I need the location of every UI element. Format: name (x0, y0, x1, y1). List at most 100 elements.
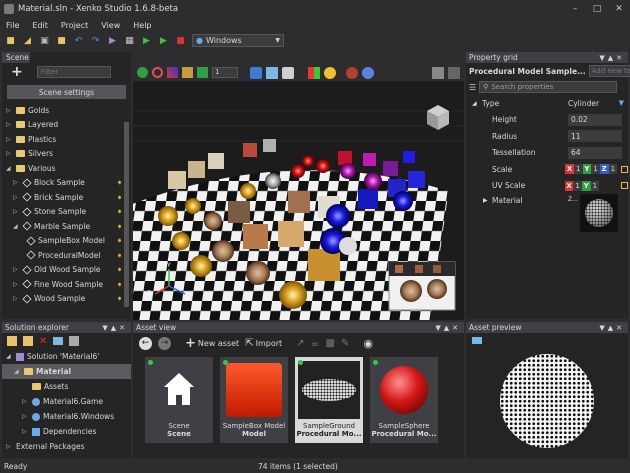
scene-tree-item[interactable]: SampleBox Model ➧ (6, 234, 131, 249)
expand-arrow-icon[interactable]: ▷ (6, 150, 13, 157)
uv-lock-icon[interactable] (621, 182, 628, 190)
asset-tile[interactable]: Scene Scene (145, 357, 213, 443)
scene-tree-item[interactable]: ▷ Wood Sample ➧ (6, 292, 131, 307)
scene-tree-item[interactable]: ▷ Golds (6, 103, 131, 118)
menu-edit[interactable]: Edit (32, 21, 48, 30)
scene-tree-item[interactable]: ▷ Brick Sample ➧ (6, 190, 131, 205)
property-value-field[interactable]: 0.02 (568, 113, 622, 126)
scene-scrollbar[interactable] (124, 122, 129, 307)
visual-studio-icon[interactable]: ▶ (107, 35, 118, 46)
play-debug-icon[interactable]: ▶ (158, 35, 169, 46)
scale-gizmo-icon[interactable] (167, 67, 178, 78)
expand-arrow-icon[interactable]: ▷ (22, 428, 29, 435)
scale-z-value[interactable]: 1 (608, 164, 618, 175)
expand-arrow-icon[interactable]: ▷ (13, 194, 20, 201)
new-project-icon[interactable] (7, 336, 17, 346)
property-value-field[interactable]: 64 (568, 146, 622, 159)
new-file-icon[interactable]: ■ (5, 35, 16, 46)
teapot-icon[interactable]: ☕ (311, 338, 320, 349)
scale-x-value[interactable]: 1 (573, 164, 583, 175)
edit-icon[interactable]: ➧ (116, 207, 123, 216)
sun-icon[interactable] (324, 66, 336, 79)
scene-tree-item[interactable]: ▷ Old Wood Sample ➧ (6, 263, 131, 278)
edit-icon[interactable]: ➧ (116, 178, 123, 187)
solution-tree-item[interactable]: ▷ External Packages (2, 439, 131, 454)
collapse-arrow-icon[interactable]: ◢ (14, 368, 21, 375)
solution-tree-item[interactable]: ◢ Solution 'Material6' (2, 349, 131, 364)
gizmo-settings-icon[interactable] (432, 66, 444, 79)
preview-camera-icon[interactable] (448, 66, 460, 79)
close-button[interactable]: ✕ (608, 0, 630, 18)
expand-arrow-icon[interactable]: ▷ (13, 179, 20, 186)
platform-select[interactable]: ● Windows ▼ (192, 34, 284, 47)
add-entity-button[interactable]: + (11, 64, 23, 80)
solution-tree-item[interactable]: ▷ Material6.Windows (2, 409, 131, 424)
scene-tree-item[interactable]: ▷ Fine Wood Sample ➧ (6, 277, 131, 292)
edit-icon[interactable]: ➧ (116, 222, 123, 231)
lighting-icon[interactable] (282, 66, 294, 79)
lock-icon[interactable] (621, 165, 629, 173)
uv-y-value[interactable]: 1 (590, 180, 600, 191)
expand-arrow-icon[interactable]: ▷ (13, 295, 20, 302)
play-icon[interactable]: ▶ (141, 35, 152, 46)
solution-tree-item[interactable]: ▷ Material6.Game (2, 394, 131, 409)
preview-render[interactable] (466, 344, 628, 458)
link-icon[interactable]: ↗ (296, 338, 304, 349)
render-mode-icon[interactable] (346, 66, 358, 79)
expand-arrow-icon[interactable]: ▷ (13, 208, 20, 215)
entity-name[interactable]: Procedural Model Sample... (469, 67, 586, 76)
stop-icon[interactable]: ■ (175, 35, 186, 46)
edit-icon[interactable]: ➧ (116, 193, 123, 202)
scene-tree-item[interactable]: ▷ Silvers (6, 147, 131, 162)
redo-icon[interactable]: ↷ (90, 35, 101, 46)
scale-y-value[interactable]: 1 (591, 164, 600, 175)
asset-tile[interactable]: SampleBox Model Model (220, 357, 288, 443)
collapse-arrow-icon[interactable]: ◢ (472, 100, 482, 107)
snap-icon[interactable] (197, 67, 208, 78)
back-icon[interactable]: ← (139, 336, 152, 350)
expand-arrow-icon[interactable]: ▷ (22, 413, 29, 420)
scene-viewport[interactable]: 1 Y Z X (133, 64, 464, 320)
type-select[interactable]: Cylinder ▼ (568, 99, 624, 108)
collapse-arrow-icon[interactable]: ◢ (6, 353, 13, 360)
rotate-gizmo-icon[interactable] (152, 67, 163, 78)
add-tag-input[interactable] (588, 65, 630, 77)
local-space-icon[interactable] (182, 67, 193, 78)
tab-solution-explorer[interactable]: Solution explorer (5, 323, 69, 332)
forward-icon[interactable]: → (158, 336, 171, 350)
menu-file[interactable]: File (6, 21, 19, 30)
asset-tile[interactable]: SampleGround Procedural Mo... (295, 357, 363, 443)
uv-x-value[interactable]: 1 (573, 180, 582, 191)
open-folder-icon[interactable]: ◢ (22, 35, 33, 46)
scene-tree-item[interactable]: ▷ Plastics (6, 132, 131, 147)
filter-icon[interactable]: ☰ (469, 83, 476, 92)
cube-view-icon[interactable] (266, 66, 278, 79)
tab-asset-preview[interactable]: Asset preview (469, 323, 521, 332)
collapse-arrow-icon[interactable]: ◢ (13, 223, 20, 230)
menu-help[interactable]: Help (133, 21, 151, 30)
delete-icon[interactable]: ✕ (39, 336, 47, 347)
paint-icon[interactable]: ▩ (326, 338, 335, 349)
expand-arrow-icon[interactable]: ▷ (13, 281, 20, 288)
zoom-field[interactable]: 1 (212, 67, 238, 78)
tab-scene[interactable]: Scene (2, 52, 30, 63)
collapse-arrow-icon[interactable]: ◢ (6, 165, 13, 172)
expand-arrow-icon[interactable]: ▷ (6, 443, 13, 450)
expand-arrow-icon[interactable]: ▷ (6, 107, 13, 114)
material-value[interactable]: Z... (568, 196, 580, 203)
expand-arrow-icon[interactable]: ▶ (483, 197, 492, 204)
rename-icon[interactable] (53, 337, 64, 345)
properties-icon[interactable] (69, 336, 80, 346)
undo-icon[interactable]: ↶ (73, 35, 84, 46)
asset-tile[interactable]: SampleSphere Procedural Mo... (370, 357, 438, 443)
edit-icon[interactable]: ✎ (341, 338, 349, 349)
build-icon[interactable]: ▦ (124, 35, 135, 46)
translate-gizmo-icon[interactable] (137, 67, 148, 78)
search-properties-field[interactable]: ⚲ Search properties (479, 81, 618, 93)
edit-icon[interactable]: ➧ (116, 280, 123, 289)
tab-asset-view[interactable]: Asset view (136, 323, 176, 332)
scene-tree-item[interactable]: ▷ Block Sample ➧ (6, 176, 131, 191)
eye-icon[interactable]: ◉ (363, 337, 373, 350)
maximize-button[interactable]: □ (586, 0, 608, 18)
minimize-button[interactable]: – (564, 0, 586, 18)
